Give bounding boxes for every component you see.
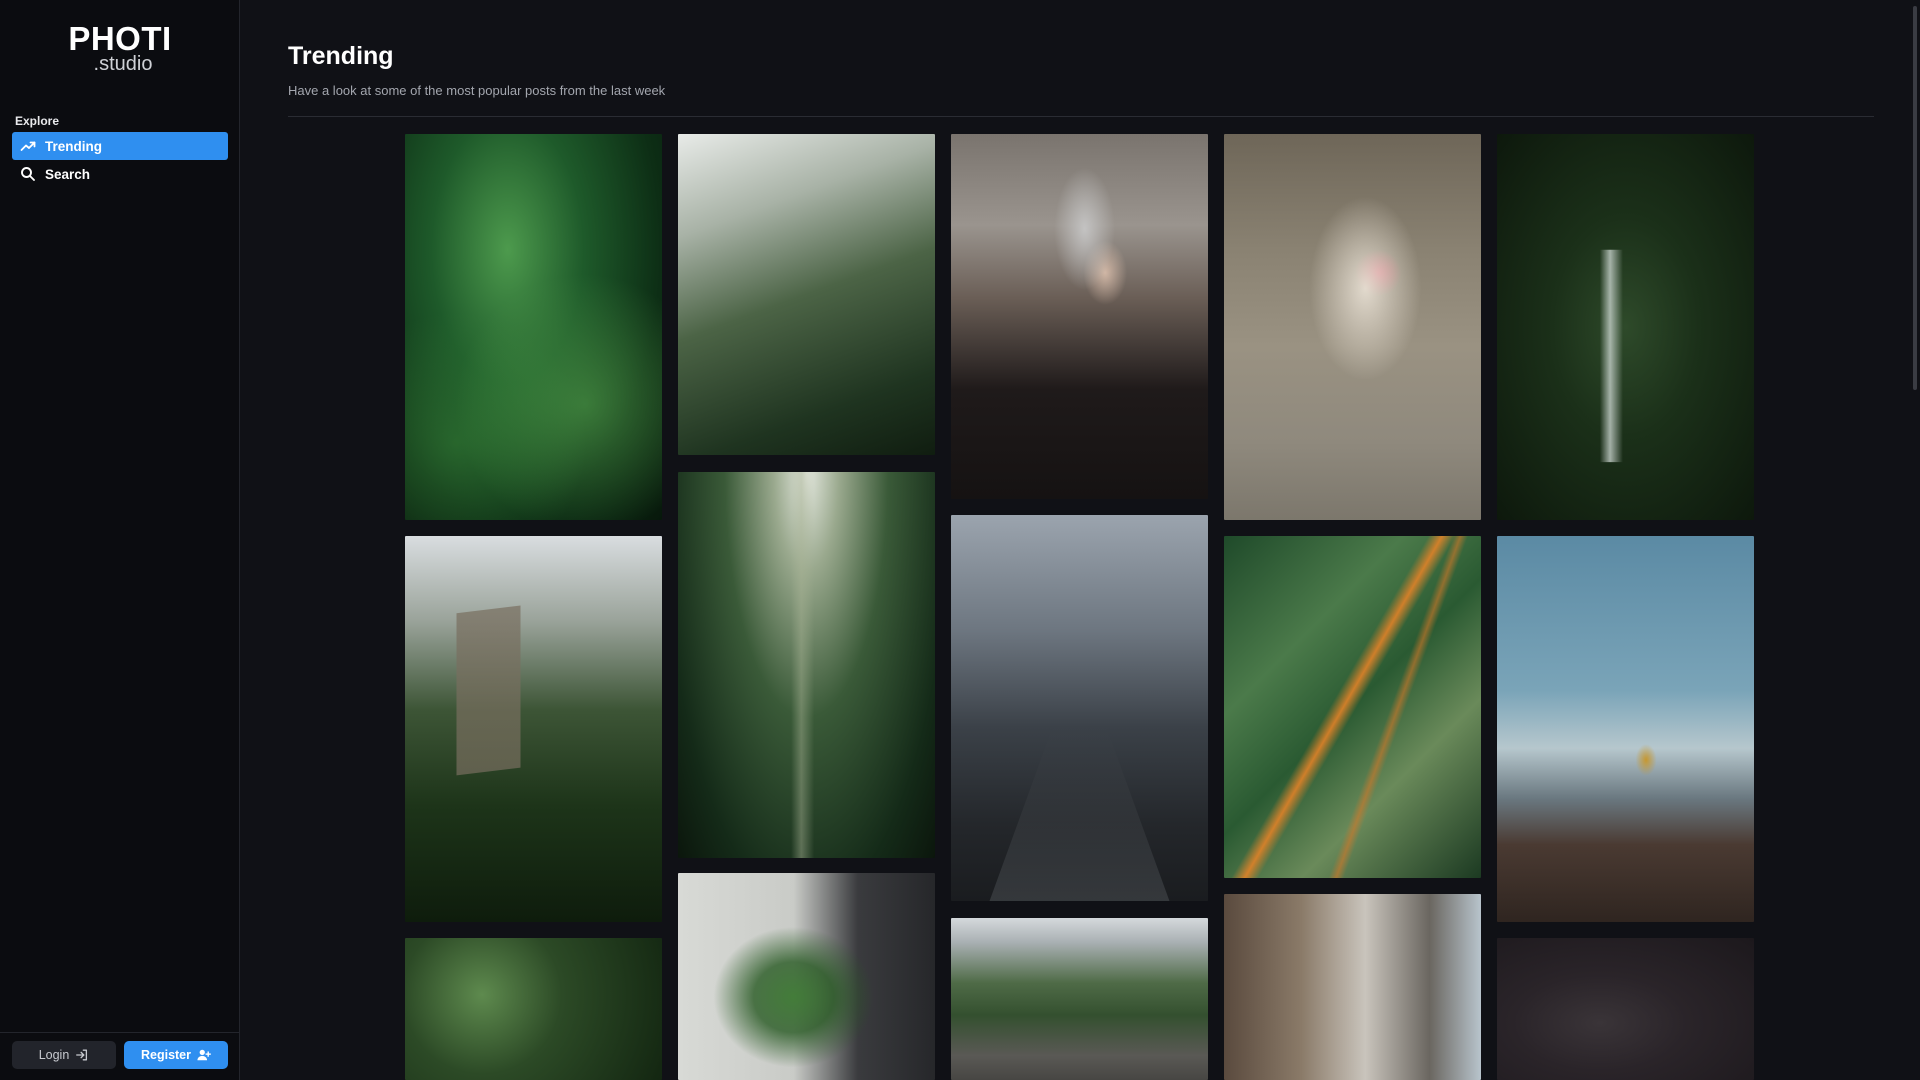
photo-building-shape: [456, 605, 521, 776]
sidebar-item-trending[interactable]: Trending: [12, 132, 228, 160]
photo-tile[interactable]: [405, 536, 662, 922]
register-button[interactable]: Register: [124, 1041, 228, 1069]
photo-bamboo-stalk: [678, 472, 935, 858]
sidebar-item-label: Trending: [45, 138, 102, 154]
photo-hiker-figure: [1497, 536, 1754, 922]
photo-road-shape: [989, 688, 1170, 901]
search-icon: [20, 166, 36, 182]
scrollbar[interactable]: [1908, 0, 1920, 1080]
photo-tile[interactable]: [951, 134, 1208, 499]
photo-chair-shape: [1224, 134, 1481, 520]
photo-tile[interactable]: [1224, 536, 1481, 878]
photo-tile[interactable]: [405, 938, 662, 1080]
photo-tile[interactable]: [951, 515, 1208, 901]
photo-tile[interactable]: [1497, 134, 1754, 520]
photo-tile[interactable]: [1497, 938, 1754, 1080]
logo[interactable]: PHOTI .studio: [0, 20, 240, 75]
photo-plant-shape: [678, 873, 935, 1080]
logo-name: PHOTI: [68, 20, 172, 57]
photo-tile[interactable]: [1497, 536, 1754, 922]
page-title: Trending: [288, 42, 394, 70]
register-label: Register: [140, 1048, 192, 1062]
page-subtitle: Have a look at some of the most popular …: [288, 83, 666, 98]
login-icon: [76, 1049, 88, 1061]
header-divider: [288, 116, 1874, 117]
auth-bar: Login Register: [0, 1032, 240, 1080]
logo-suffix: .studio: [93, 53, 153, 75]
photo-tile[interactable]: [678, 134, 935, 455]
photo-leaves-texture: [405, 134, 662, 520]
photo-tile[interactable]: [678, 472, 935, 858]
photo-tile[interactable]: [1224, 134, 1481, 520]
photo-waterfall-stream: [1594, 249, 1631, 463]
photo-palm-rib: [1224, 536, 1481, 878]
photo-beret-shape: [951, 134, 1208, 499]
trending-up-icon: [20, 138, 36, 154]
main-content: Trending Have a look at some of the most…: [241, 0, 1920, 1080]
photo-tile[interactable]: [1224, 894, 1481, 1080]
login-button[interactable]: Login: [12, 1041, 116, 1069]
scrollbar-thumb[interactable]: [1913, 6, 1917, 390]
add-user-icon: [197, 1049, 211, 1061]
photo-tile[interactable]: [678, 873, 935, 1080]
photo-tile[interactable]: [405, 134, 662, 520]
photo-tile[interactable]: [951, 918, 1208, 1080]
login-label: Login: [38, 1048, 70, 1062]
sidebar-item-search[interactable]: Search: [12, 160, 228, 188]
sidebar-item-label: Search: [45, 166, 91, 182]
nav-section-label: Explore: [15, 114, 60, 128]
sidebar: PHOTI .studio Explore Trending Search Lo…: [0, 0, 240, 1080]
